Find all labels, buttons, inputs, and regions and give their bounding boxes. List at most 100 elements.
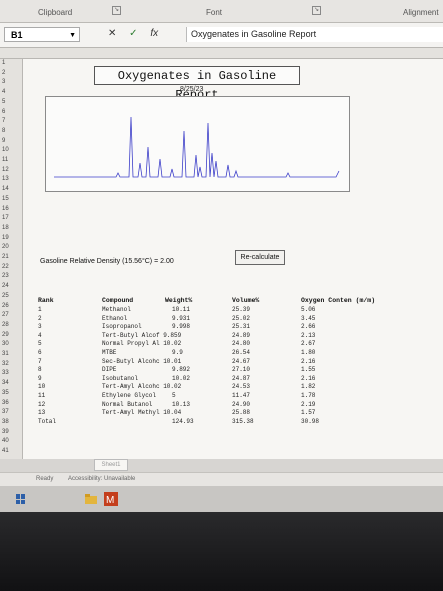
table-cell-rank[interactable]: Total <box>38 418 56 425</box>
clipboard-launcher-icon[interactable]: ↘ <box>112 6 121 15</box>
status-accessibility[interactable]: Accessibility: Unavailable <box>68 476 135 482</box>
row-number[interactable]: 4 <box>2 89 5 95</box>
row-number[interactable]: 35 <box>2 390 9 396</box>
table-cell-compound[interactable]: Sec-Butyl Alcohc 10.01 <box>102 358 181 365</box>
table-cell-rank[interactable]: 1 <box>38 306 42 313</box>
table-cell-rank[interactable]: 12 <box>38 401 45 408</box>
table-cell-compound[interactable]: Ethanol <box>102 315 127 322</box>
row-number[interactable]: 22 <box>2 264 9 270</box>
table-cell-compound[interactable]: Tert-Amyl Alcohc 10.02 <box>102 383 181 390</box>
row-number[interactable]: 17 <box>2 215 9 221</box>
table-cell-weight[interactable]: 124.93 <box>172 418 194 425</box>
table-cell-oxygen[interactable]: 1.78 <box>301 392 315 399</box>
table-cell-rank[interactable]: 11 <box>38 392 45 399</box>
row-number[interactable]: 40 <box>2 438 9 444</box>
table-cell-rank[interactable]: 6 <box>38 349 42 356</box>
table-cell-oxygen[interactable]: 1.57 <box>301 409 315 416</box>
table-cell-volume[interactable]: 24.80 <box>232 340 250 347</box>
table-cell-oxygen[interactable]: 3.45 <box>301 315 315 322</box>
row-number[interactable]: 29 <box>2 332 9 338</box>
row-number[interactable]: 41 <box>2 448 9 454</box>
table-cell-volume[interactable]: 24.67 <box>232 358 250 365</box>
row-number[interactable]: 15 <box>2 196 9 202</box>
table-cell-rank[interactable]: 5 <box>38 340 42 347</box>
table-cell-volume[interactable]: 24.53 <box>232 383 250 390</box>
table-cell-compound[interactable]: Tert-Butyl Alcof 9.859 <box>102 332 181 339</box>
windows-logo-icon[interactable] <box>16 494 26 504</box>
table-cell-oxygen[interactable]: 2.19 <box>301 401 315 408</box>
insert-function-icon[interactable]: fx <box>150 28 158 39</box>
table-cell-oxygen[interactable]: 2.16 <box>301 358 315 365</box>
table-cell-oxygen[interactable]: 1.55 <box>301 366 315 373</box>
table-cell-rank[interactable]: 8 <box>38 366 42 373</box>
table-cell-oxygen[interactable]: 1.80 <box>301 349 315 356</box>
row-number[interactable]: 19 <box>2 235 9 241</box>
table-cell-volume[interactable]: 26.54 <box>232 349 250 356</box>
table-cell-volume[interactable]: 24.89 <box>232 332 250 339</box>
row-number[interactable]: 27 <box>2 312 9 318</box>
table-cell-oxygen[interactable]: 2.16 <box>301 375 315 382</box>
table-cell-oxygen[interactable]: 2.66 <box>301 323 315 330</box>
table-cell-volume[interactable]: 27.10 <box>232 366 250 373</box>
row-number[interactable]: 38 <box>2 419 9 425</box>
table-cell-rank[interactable]: 4 <box>38 332 42 339</box>
cancel-icon[interactable]: ✕ <box>108 28 116 39</box>
table-cell-oxygen[interactable]: 1.82 <box>301 383 315 390</box>
table-cell-volume[interactable]: 25.88 <box>232 409 250 416</box>
row-number[interactable]: 25 <box>2 293 9 299</box>
row-number[interactable]: 9 <box>2 138 5 144</box>
row-number[interactable]: 32 <box>2 361 9 367</box>
ribbon-group-alignment[interactable]: Alignment <box>403 8 439 17</box>
row-number[interactable]: 20 <box>2 244 9 250</box>
row-number[interactable]: 7 <box>2 118 5 124</box>
ribbon-group-clipboard[interactable]: Clipboard <box>38 8 72 17</box>
row-number[interactable]: 31 <box>2 351 9 357</box>
table-cell-rank[interactable]: 7 <box>38 358 42 365</box>
table-cell-compound[interactable]: Normal Butanol <box>102 401 152 408</box>
row-number[interactable]: 10 <box>2 147 9 153</box>
table-cell-volume[interactable]: 24.90 <box>232 401 250 408</box>
row-number[interactable]: 34 <box>2 380 9 386</box>
table-cell-volume[interactable]: 315.38 <box>232 418 254 425</box>
row-number[interactable]: 21 <box>2 254 9 260</box>
table-cell-compound[interactable]: Methanol <box>102 306 131 313</box>
row-number[interactable]: 33 <box>2 370 9 376</box>
font-launcher-icon[interactable]: ↘ <box>312 6 321 15</box>
table-cell-volume[interactable]: 24.87 <box>232 375 250 382</box>
recalculate-button[interactable]: Re-calculate <box>235 250 285 265</box>
row-number[interactable]: 13 <box>2 176 9 182</box>
table-cell-compound[interactable]: Ethylene Glycol <box>102 392 156 399</box>
table-cell-weight[interactable]: 9.9 <box>172 349 183 356</box>
row-number[interactable]: 14 <box>2 186 9 192</box>
row-number[interactable]: 16 <box>2 206 9 212</box>
row-number[interactable]: 26 <box>2 303 9 309</box>
table-cell-volume[interactable]: 11.47 <box>232 392 250 399</box>
file-explorer-icon[interactable] <box>84 492 98 506</box>
row-number[interactable]: 37 <box>2 409 9 415</box>
table-cell-weight[interactable]: 10.13 <box>172 401 190 408</box>
row-number[interactable]: 5 <box>2 99 5 105</box>
row-number[interactable]: 23 <box>2 273 9 279</box>
table-cell-rank[interactable]: 2 <box>38 315 42 322</box>
row-number[interactable]: 24 <box>2 283 9 289</box>
table-cell-weight[interactable]: 5 <box>172 392 176 399</box>
table-cell-compound[interactable]: Tert-Amyl Methyl 10.04 <box>102 409 181 416</box>
row-number[interactable]: 28 <box>2 322 9 328</box>
row-number[interactable]: 11 <box>2 157 8 163</box>
row-number[interactable]: 18 <box>2 225 9 231</box>
table-cell-volume[interactable]: 25.31 <box>232 323 250 330</box>
table-cell-compound[interactable]: DIPE <box>102 366 116 373</box>
table-cell-oxygen[interactable]: 5.06 <box>301 306 315 313</box>
table-cell-volume[interactable]: 25.39 <box>232 306 250 313</box>
row-number[interactable]: 39 <box>2 429 9 435</box>
chevron-down-icon[interactable]: ▼ <box>69 28 76 43</box>
sheet-tab[interactable]: Sheet1 <box>94 459 128 471</box>
formula-input[interactable]: Oxygenates in Gasoline Report <box>186 27 443 42</box>
name-box[interactable]: B1 ▼ <box>4 27 80 42</box>
table-cell-rank[interactable]: 10 <box>38 383 45 390</box>
table-cell-oxygen[interactable]: 2.67 <box>301 340 315 347</box>
table-cell-weight[interactable]: 9.998 <box>172 323 190 330</box>
confirm-icon[interactable]: ✓ <box>129 28 137 39</box>
table-cell-compound[interactable]: MTBE <box>102 349 116 356</box>
row-number[interactable]: 12 <box>2 167 9 173</box>
